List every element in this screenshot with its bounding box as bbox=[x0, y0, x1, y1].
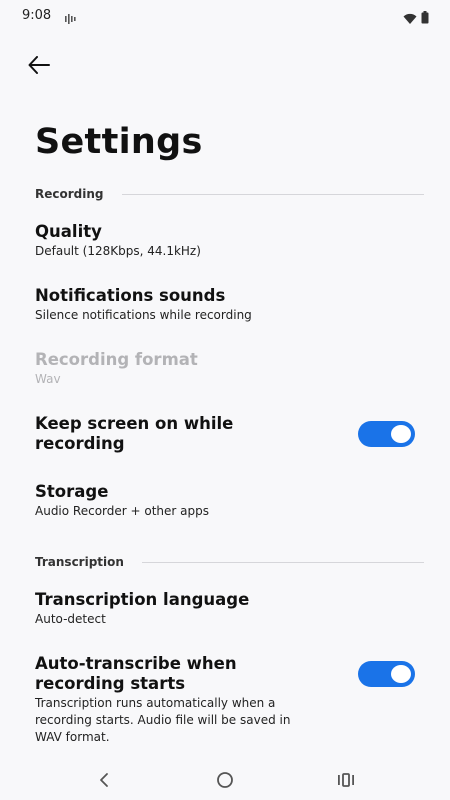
section-label-transcription: Transcription bbox=[35, 555, 124, 569]
pref-keep-screen-on[interactable]: Keep screen on while recording bbox=[35, 414, 424, 458]
pref-storage[interactable]: Storage Audio Recorder + other apps bbox=[35, 482, 424, 520]
section-divider bbox=[141, 561, 424, 563]
auto-transcribe-toggle[interactable] bbox=[358, 661, 415, 687]
section-header-transcription: Transcription bbox=[35, 552, 424, 572]
section-label-recording: Recording bbox=[35, 187, 104, 201]
back-button[interactable] bbox=[22, 50, 56, 80]
wifi-icon bbox=[403, 10, 417, 24]
pref-recording-format: Recording format Wav bbox=[35, 350, 424, 388]
nav-recents-button[interactable] bbox=[332, 768, 360, 792]
arrow-left-icon bbox=[28, 56, 50, 74]
settings-screen: 9:08 Settings Recording Quality Default … bbox=[0, 0, 450, 800]
pref-summary: Wav bbox=[35, 372, 61, 386]
pref-title: Transcription language bbox=[35, 590, 250, 609]
pref-title: Keep screen on while recording bbox=[35, 414, 234, 453]
page-title: Settings bbox=[35, 122, 203, 162]
pref-notification-sounds[interactable]: Notifications sounds Silence notificatio… bbox=[35, 286, 424, 324]
pref-title: Quality bbox=[35, 222, 102, 241]
audio-wave-icon bbox=[64, 10, 78, 24]
pref-summary: Auto-detect bbox=[35, 612, 106, 626]
pref-summary: Default (128Kbps, 44.1kHz) bbox=[35, 244, 201, 258]
pref-summary: Silence notifications while recording bbox=[35, 308, 252, 322]
pref-auto-transcribe[interactable]: Auto-transcribe when recording starts Tr… bbox=[35, 654, 424, 746]
battery-icon bbox=[421, 9, 429, 24]
keep-screen-on-toggle[interactable] bbox=[358, 421, 415, 447]
back-chevron-icon bbox=[100, 773, 108, 787]
pref-summary: Transcription runs automatically when a … bbox=[35, 696, 291, 744]
section-divider bbox=[121, 193, 424, 195]
pref-title: Storage bbox=[35, 482, 109, 501]
home-circle-icon bbox=[217, 772, 233, 788]
pref-summary: Audio Recorder + other apps bbox=[35, 504, 210, 518]
section-header-recording: Recording bbox=[35, 184, 424, 204]
nav-back-button[interactable] bbox=[90, 768, 118, 792]
pref-title: Recording format bbox=[35, 350, 198, 369]
toggle-knob bbox=[391, 665, 411, 683]
status-bar: 9:08 bbox=[0, 0, 450, 32]
toggle-knob bbox=[391, 425, 411, 443]
pref-title: Auto-transcribe when recording starts bbox=[35, 654, 237, 693]
nav-home-button[interactable] bbox=[211, 768, 239, 792]
pref-quality[interactable]: Quality Default (128Kbps, 44.1kHz) bbox=[35, 222, 424, 260]
pref-title: Notifications sounds bbox=[35, 286, 226, 305]
pref-transcription-language[interactable]: Transcription language Auto-detect bbox=[35, 590, 424, 628]
system-nav-bar bbox=[0, 760, 450, 800]
status-time: 9:08 bbox=[22, 8, 52, 23]
recents-icon bbox=[338, 773, 354, 787]
